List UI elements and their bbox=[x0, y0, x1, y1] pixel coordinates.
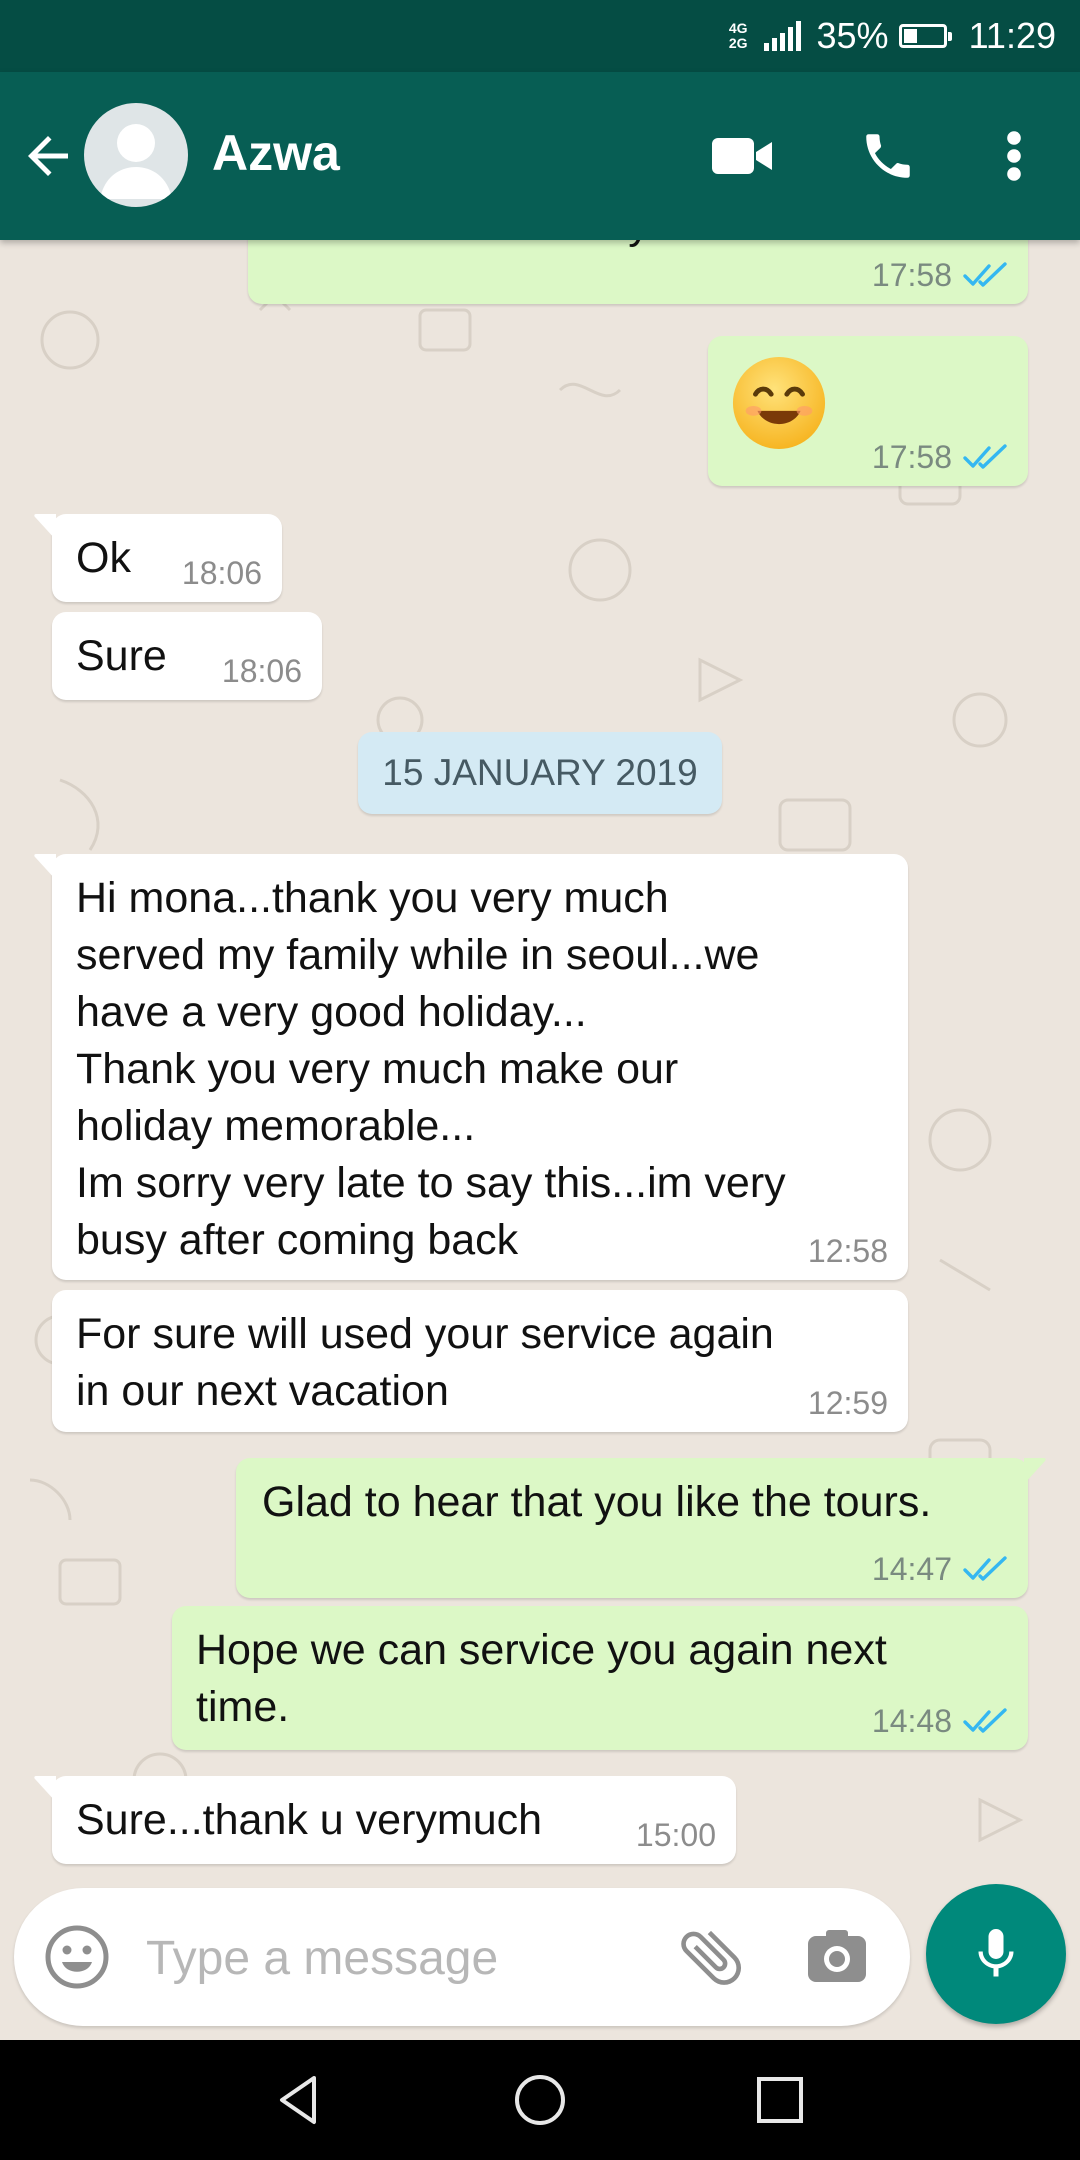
status-bar: 4G 2G 35% 11:29 bbox=[0, 0, 1080, 72]
chat-area[interactable]: Glad to hear that you like the tours 17:… bbox=[0, 240, 1080, 1890]
message-outgoing-emoji[interactable]: 😊 17:58 bbox=[708, 336, 1028, 486]
back-arrow-icon[interactable] bbox=[18, 126, 78, 186]
message-incoming[interactable]: For sure will used your service again in… bbox=[52, 1290, 908, 1432]
chat-header: Azwa bbox=[0, 72, 1080, 240]
contact-name[interactable]: Azwa bbox=[212, 124, 340, 182]
message-meta: 14:48 bbox=[872, 1704, 1008, 1738]
battery-icon bbox=[898, 24, 952, 48]
message-meta: 12:59 bbox=[807, 1385, 888, 1421]
smiling-face-emoji: 😊 bbox=[730, 354, 828, 452]
network-type: 4G 2G bbox=[728, 20, 748, 51]
message-meta: 15:00 bbox=[635, 1817, 716, 1853]
attach-icon[interactable] bbox=[674, 1920, 748, 1994]
message-meta: 12:58 bbox=[807, 1233, 888, 1269]
more-vert-icon[interactable] bbox=[978, 120, 1050, 192]
avatar[interactable] bbox=[84, 103, 188, 207]
signal-icon bbox=[763, 21, 801, 51]
read-receipt-icon bbox=[963, 262, 1007, 287]
battery-fill bbox=[903, 29, 917, 43]
message-meta: 18:06 bbox=[181, 555, 262, 591]
message-meta: 17:58 bbox=[872, 440, 1008, 474]
message-composer bbox=[14, 1888, 910, 2026]
video-call-icon[interactable] bbox=[706, 120, 778, 192]
battery-percent: 35% bbox=[816, 15, 889, 56]
recents-square-icon[interactable] bbox=[750, 2070, 810, 2130]
phone-icon[interactable] bbox=[852, 120, 924, 192]
status-indicators: 4G 2G 35% 11:29 bbox=[729, 14, 1056, 58]
message-outgoing-partial[interactable]: Glad to hear that you like the tours 17:… bbox=[248, 240, 1028, 304]
message-input[interactable] bbox=[144, 1918, 668, 1998]
read-receipt-icon bbox=[963, 1708, 1007, 1733]
message-incoming[interactable]: Ok 18:06 bbox=[34, 514, 282, 602]
read-receipt-icon bbox=[963, 1556, 1007, 1581]
message-meta: 14:47 bbox=[872, 1552, 1008, 1586]
message-meta: 18:06 bbox=[221, 653, 302, 689]
mic-button[interactable] bbox=[926, 1884, 1066, 2024]
home-circle-icon[interactable] bbox=[510, 2070, 570, 2130]
message-incoming[interactable]: Hi mona...thank you very much served my … bbox=[34, 854, 908, 1280]
message-incoming[interactable]: Sure...thank u verymuch 15:00 bbox=[34, 1776, 736, 1864]
message-outgoing[interactable]: Glad to hear that you like the tours. 14… bbox=[236, 1458, 1046, 1598]
camera-icon[interactable] bbox=[804, 1924, 870, 1990]
message-outgoing[interactable]: Hope we can service you again next time.… bbox=[172, 1606, 1028, 1750]
read-receipt-icon bbox=[963, 444, 1007, 469]
system-nav-bar bbox=[0, 2040, 1080, 2160]
mic-icon bbox=[978, 1929, 1014, 1977]
emoji-icon[interactable] bbox=[44, 1924, 110, 1990]
date-separator: 15 JANUARY 2019 bbox=[358, 732, 722, 814]
back-triangle-icon[interactable] bbox=[270, 2070, 330, 2130]
message-meta: 17:58 bbox=[872, 258, 1008, 292]
clock: 11:29 bbox=[968, 15, 1056, 56]
message-incoming[interactable]: Sure 18:06 bbox=[52, 612, 322, 700]
